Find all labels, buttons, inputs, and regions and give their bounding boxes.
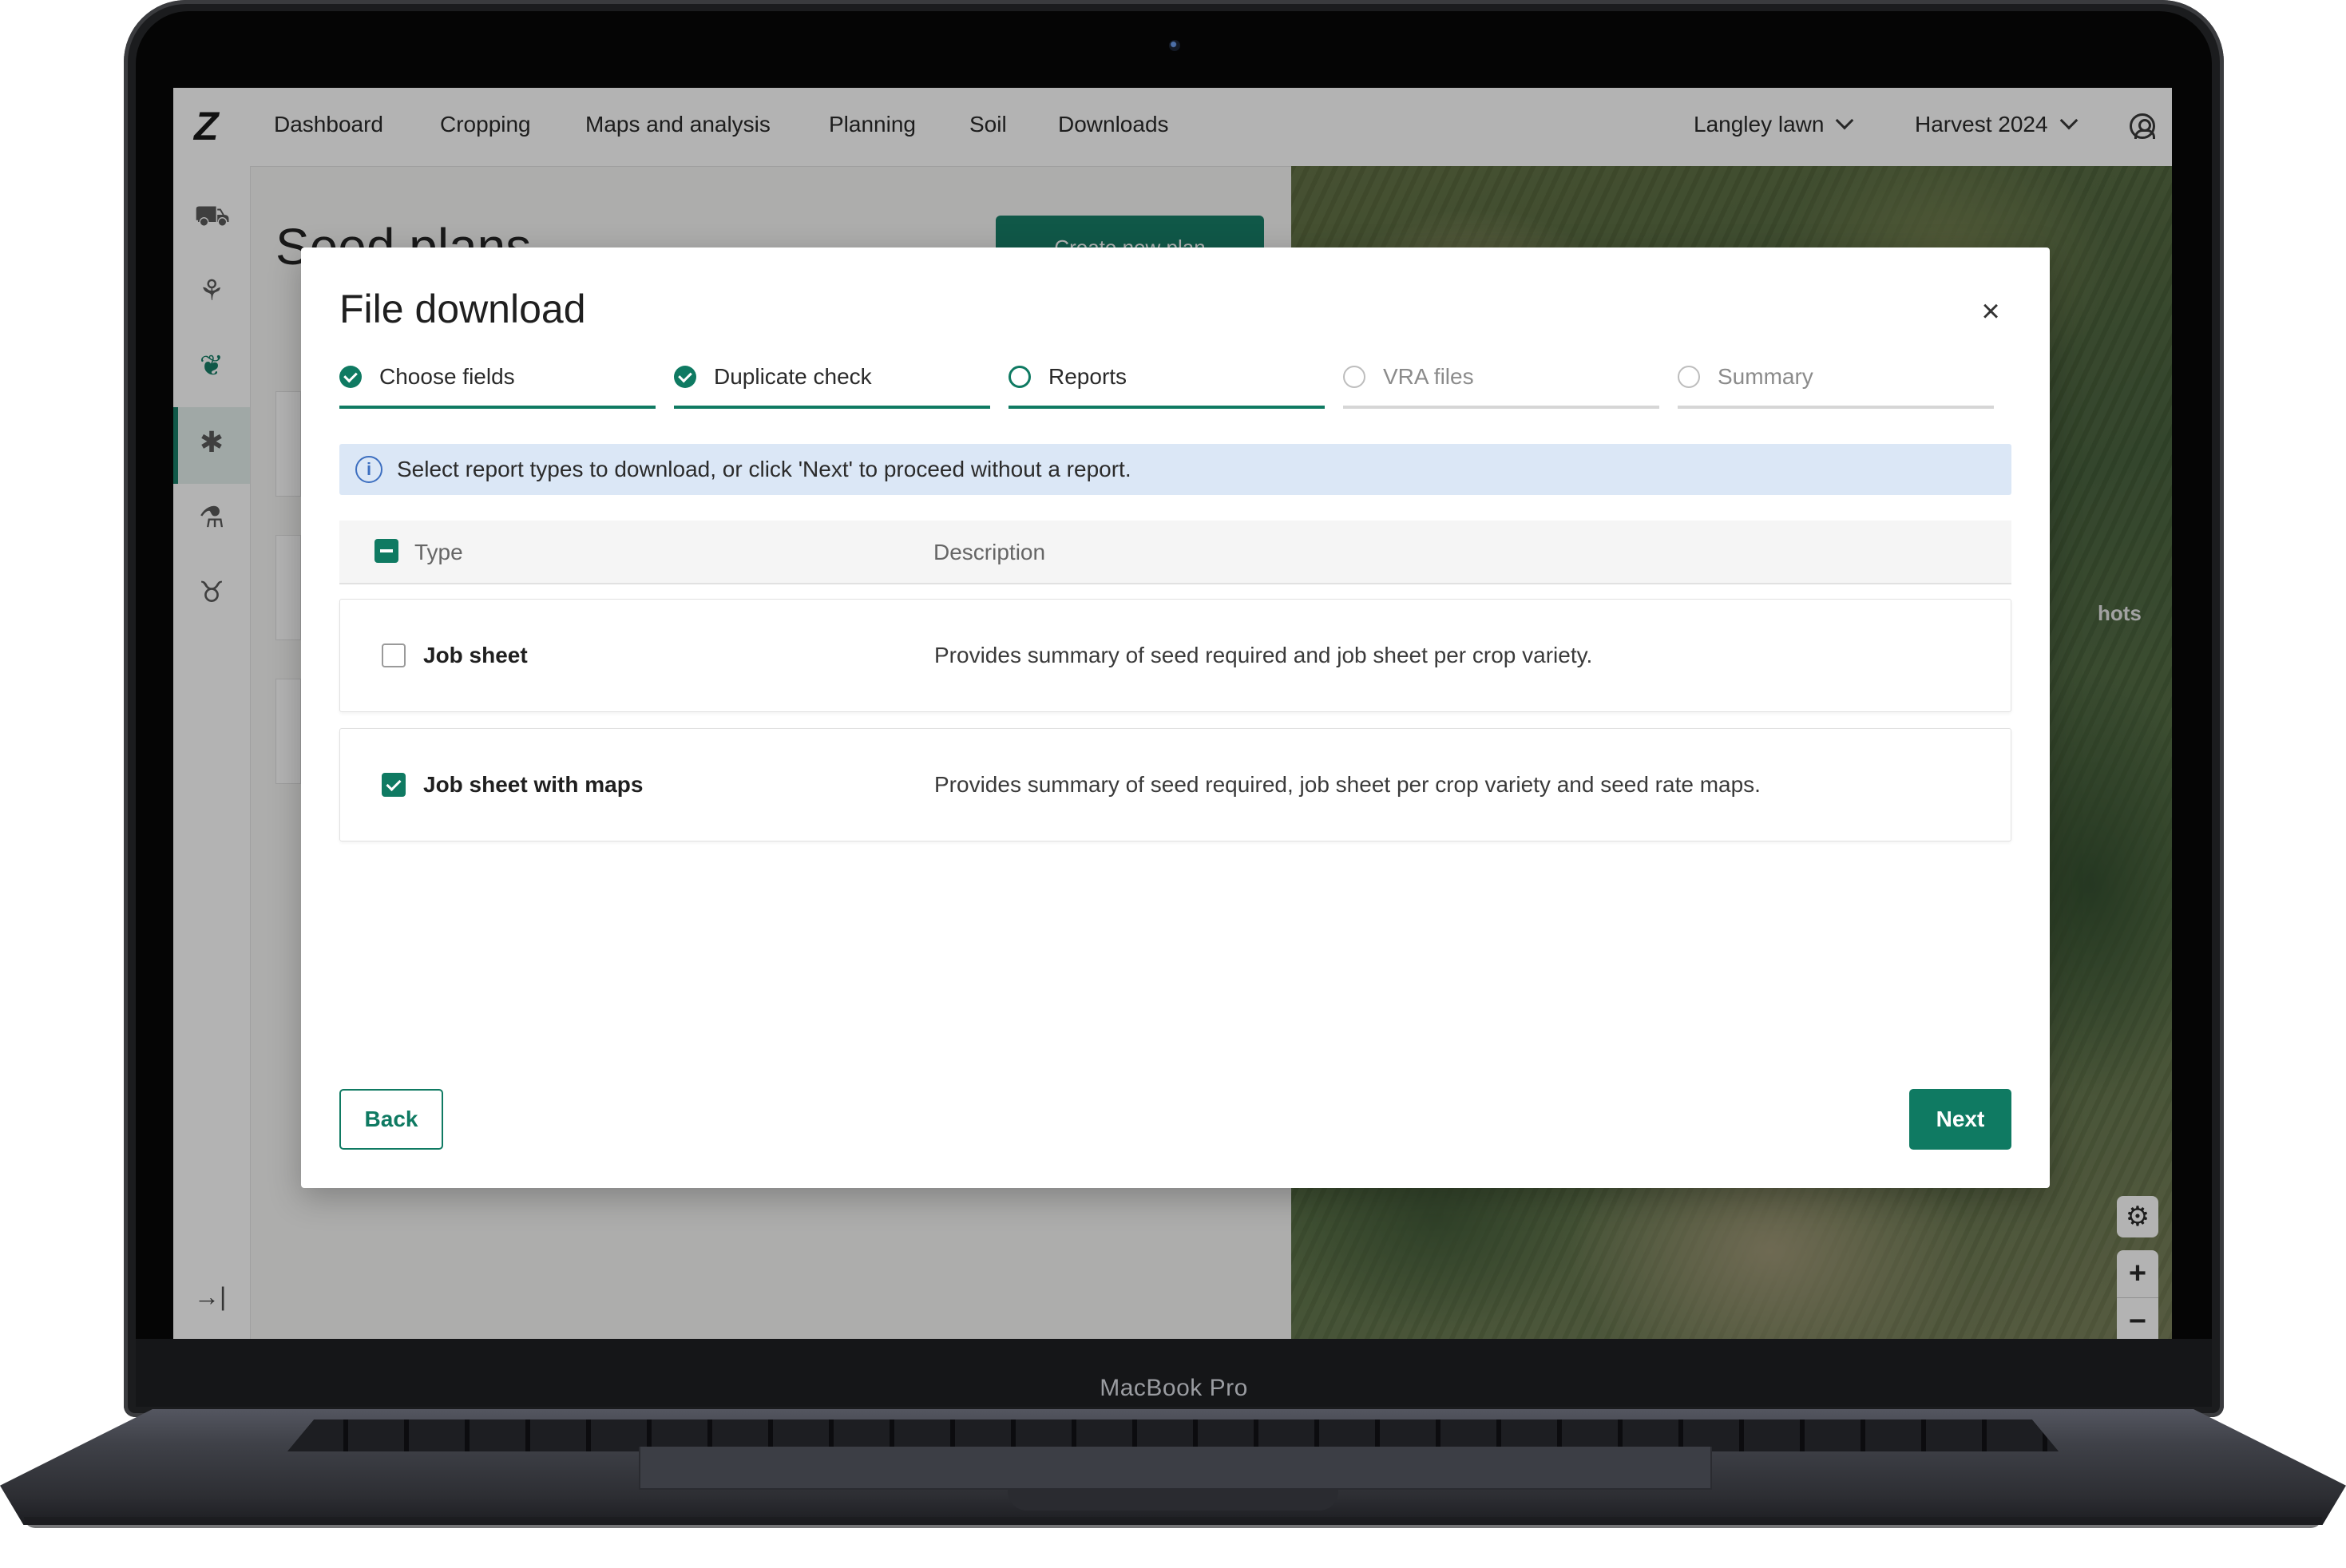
close-icon[interactable]: × <box>1975 295 2007 327</box>
step-progress-line <box>339 406 656 409</box>
step-choose-fields[interactable]: Choose fields <box>339 361 656 409</box>
step-duplicate-check[interactable]: Duplicate check <box>674 361 990 409</box>
job-sheet-checkbox[interactable] <box>382 643 406 667</box>
next-button[interactable]: Next <box>1909 1089 2011 1150</box>
back-button[interactable]: Back <box>339 1089 443 1150</box>
job-sheet-with-maps-checkbox[interactable] <box>382 773 406 797</box>
device-model-label: MacBook Pro <box>1100 1375 1248 1401</box>
step-reports[interactable]: Reports <box>1009 361 1325 409</box>
lid-notch <box>1008 1490 1338 1511</box>
table-row[interactable]: Job sheet Provides summary of seed requi… <box>339 599 2011 712</box>
step-progress-line <box>1678 406 1994 409</box>
step-label: Choose fields <box>379 364 515 389</box>
step-label: Duplicate check <box>714 364 872 389</box>
step-label: Reports <box>1048 364 1127 389</box>
camera-icon <box>1169 40 1180 51</box>
info-banner-text: Select report types to download, or clic… <box>397 457 1131 481</box>
circle-icon <box>1678 366 1700 388</box>
trackpad <box>639 1447 1712 1490</box>
laptop-feet <box>24 1517 2322 1528</box>
info-banner: i Select report types to download, or cl… <box>339 444 2011 495</box>
report-type: Job sheet <box>423 643 528 667</box>
report-description: Provides summary of seed required, job s… <box>934 772 1761 797</box>
column-header-description: Description <box>933 540 1046 564</box>
step-summary[interactable]: Summary <box>1678 361 1994 409</box>
step-progress-line <box>674 406 990 409</box>
report-description: Provides summary of seed required and jo… <box>934 643 1593 667</box>
step-progress-line <box>1343 406 1659 409</box>
step-label: Summary <box>1718 364 1813 389</box>
step-vra-files[interactable]: VRA files <box>1343 361 1659 409</box>
check-circle-icon <box>674 366 696 388</box>
report-type: Job sheet with maps <box>423 772 644 797</box>
table-header: Type Description <box>339 521 2011 584</box>
file-download-dialog: File download × Choose fields Duplicate … <box>301 247 2050 1188</box>
step-label: VRA files <box>1383 364 1474 389</box>
screen: Z Dashboard Cropping Maps and analysis P… <box>173 88 2172 1339</box>
info-icon: i <box>355 456 382 483</box>
column-header-type[interactable]: Type <box>414 540 463 565</box>
circle-icon <box>1343 366 1365 388</box>
dialog-title: File download <box>339 287 586 331</box>
select-all-checkbox[interactable] <box>374 539 398 563</box>
circle-icon <box>1009 366 1031 388</box>
step-progress-line <box>1009 406 1325 409</box>
table-row[interactable]: Job sheet with maps Provides summary of … <box>339 728 2011 841</box>
check-circle-icon <box>339 366 362 388</box>
